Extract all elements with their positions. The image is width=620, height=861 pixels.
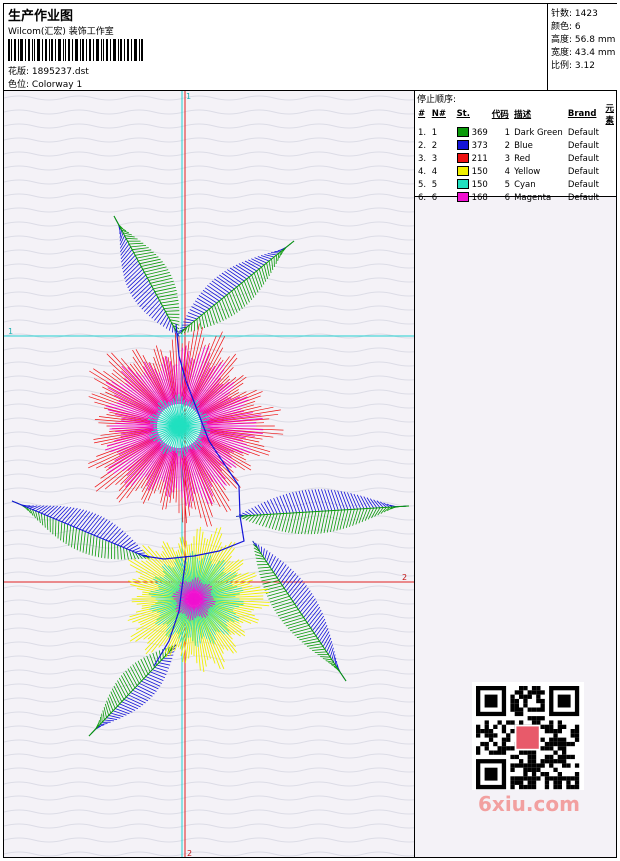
row-element — [603, 152, 616, 165]
table-row: 5. 5 150 5 Cyan Default — [416, 178, 616, 191]
stat-scale: 比例: 3.12 — [551, 61, 595, 71]
table-row: 4. 4 150 4 Yellow Default — [416, 165, 616, 178]
row-code: 4 — [504, 166, 511, 177]
row-brand: Default — [567, 127, 599, 138]
row-code: 6 — [504, 192, 511, 203]
header: 生产作业图 Wilcom(汇宏) 装饰工作室 花版: 1895237.dst 色… — [4, 4, 617, 91]
row-index: 1. — [418, 127, 427, 138]
row-needle: 6 — [431, 192, 438, 203]
guide-label-v2: 2 — [187, 849, 192, 857]
qr-code — [472, 682, 584, 790]
row-element — [603, 165, 616, 178]
row-needle: 2 — [431, 140, 438, 151]
row-element — [603, 126, 616, 139]
embroidery-preview: 1 1 2 2 — [4, 91, 414, 857]
production-sheet: 生产作业图 Wilcom(汇宏) 装饰工作室 花版: 1895237.dst 色… — [3, 3, 617, 858]
table-row: 1. 1 369 1 Dark Green Default — [416, 126, 616, 139]
row-needle: 5 — [431, 179, 438, 190]
row-description: Yellow — [514, 166, 541, 177]
page-title: 生产作业图 — [8, 9, 74, 24]
row-code: 1 — [504, 127, 511, 138]
colorway-line: 色位: Colorway 1 — [8, 77, 82, 90]
stat-colors: 颜色: 6 — [551, 22, 581, 32]
stop-sequence-panel: 停止顺序: # N# St. 代码 描述 Brand 元素 1. 1 369 1 Dar… — [415, 91, 616, 203]
guide-label-v1: 1 — [186, 92, 191, 101]
row-code: 2 — [504, 140, 511, 151]
row-brand: Default — [567, 166, 599, 177]
col-brand: Brand — [567, 109, 597, 119]
row-index: 4. — [418, 166, 427, 177]
row-stitches: 373 — [455, 139, 490, 152]
table-row: 6. 6 168 6 Magenta Default — [416, 191, 616, 204]
table-header-row: # N# St. 代码 描述 Brand 元素 — [416, 102, 616, 126]
row-stitches: 150 — [455, 178, 490, 191]
company-name: Wilcom(汇宏) 装饰工作室 — [8, 27, 114, 37]
color-swatch — [456, 127, 469, 138]
row-stitches: 369 — [455, 126, 490, 139]
row-needle: 1 — [431, 127, 438, 138]
stop-sequence-table: # N# St. 代码 描述 Brand 元素 1. 1 369 1 Dark Gree… — [416, 102, 616, 204]
row-brand: Default — [567, 192, 599, 203]
table-row: 3. 3 211 3 Red Default — [416, 152, 616, 165]
row-stitches: 211 — [455, 152, 490, 165]
row-code: 5 — [504, 179, 511, 190]
color-swatch — [456, 153, 469, 164]
design-line: 花版: 1895237.dst — [8, 64, 89, 77]
row-code: 3 — [504, 153, 511, 164]
row-brand: Default — [567, 140, 599, 151]
row-element — [603, 191, 616, 204]
row-needle: 4 — [431, 166, 438, 177]
row-index: 2. — [418, 140, 427, 151]
color-swatch — [456, 140, 469, 151]
table-row: 2. 2 373 2 Blue Default — [416, 139, 616, 152]
col-needle: N# — [431, 109, 446, 119]
design-label: 花版: — [8, 67, 30, 77]
row-brand: Default — [567, 153, 599, 164]
barcode — [8, 39, 143, 61]
colorway-value: Colorway 1 — [31, 80, 83, 90]
color-swatch — [456, 179, 469, 190]
row-description: Magenta — [514, 192, 552, 203]
row-stitches: 168 — [455, 191, 490, 204]
colorway-label: 色位: — [8, 80, 30, 90]
design-canvas: 1 1 2 2 — [4, 91, 415, 857]
row-description: Blue — [514, 140, 533, 151]
row-description: Dark Green — [514, 127, 563, 138]
row-stitches: 150 — [455, 165, 490, 178]
row-description: Red — [514, 153, 531, 164]
row-index: 3. — [418, 153, 427, 164]
col-element: 元素 — [605, 104, 614, 126]
col-index: # — [418, 109, 426, 119]
stat-height: 高度: 56.8 mm — [551, 35, 616, 45]
row-element — [603, 178, 616, 191]
row-description: Cyan — [514, 179, 536, 190]
color-swatch — [456, 192, 469, 203]
row-index: 5. — [418, 179, 427, 190]
row-element — [603, 139, 616, 152]
stats-box: 针数: 1423 颜色: 6 高度: 56.8 mm 宽度: 43.4 mm 比… — [547, 4, 617, 90]
guide-label-h2: 2 — [402, 573, 407, 582]
row-needle: 3 — [431, 153, 438, 164]
row-brand: Default — [567, 179, 599, 190]
stat-stitches: 针数: 1423 — [551, 9, 598, 19]
col-stitches: St. — [456, 109, 470, 119]
watermark-logo: 6xiu.com — [478, 792, 580, 816]
stat-width: 宽度: 43.4 mm — [551, 48, 616, 58]
color-swatch — [456, 166, 469, 177]
col-code: 代码 — [491, 110, 509, 120]
row-index: 6. — [418, 192, 427, 203]
design-file: 1895237.dst — [31, 67, 89, 77]
col-description: 描述 — [514, 110, 532, 120]
guide-label-h1: 1 — [8, 327, 13, 336]
